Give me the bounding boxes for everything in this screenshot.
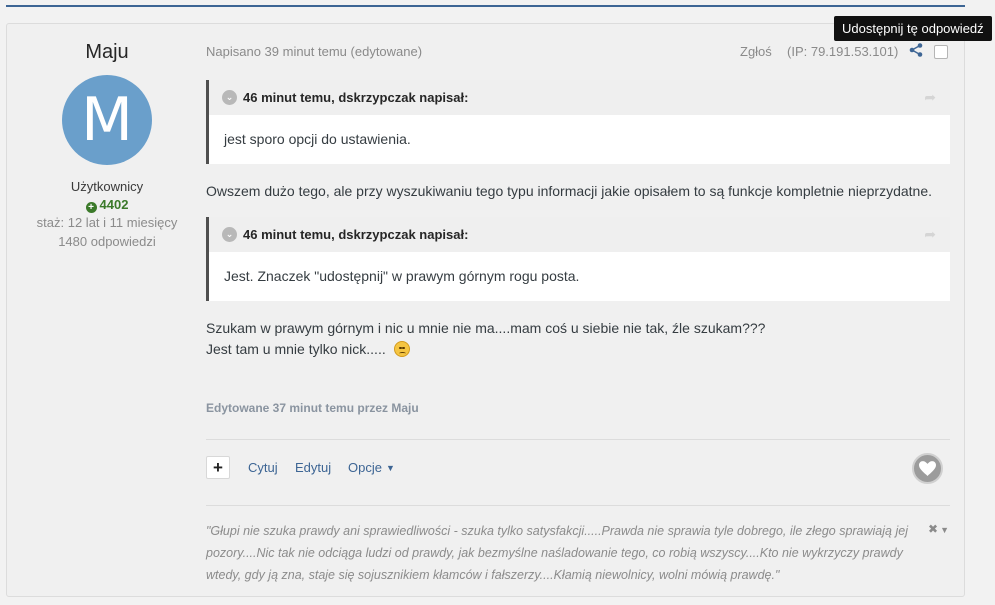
author-group: Użytkownicy: [70, 179, 144, 194]
author-name[interactable]: Maju: [7, 41, 207, 64]
chevron-down-icon[interactable]: ⌄: [222, 90, 237, 105]
post-line: Szukam w prawym górnym i nic u mnie nie …: [206, 320, 766, 336]
quote-header[interactable]: ⌄ 46 minut temu, dskrzypczak napisał: ➦: [209, 217, 950, 252]
options-label: Opcje: [348, 460, 382, 475]
heart-icon: [919, 461, 936, 476]
divider: [206, 439, 950, 440]
plus-circle-icon: +: [85, 202, 97, 213]
quote-header[interactable]: ⌄ 46 minut temu, dskrzypczak napisał: ➦: [209, 80, 950, 115]
options-menu[interactable]: Opcje ▼: [348, 460, 395, 475]
edited-note: Edytowane 37 minut temu przez Maju: [206, 401, 419, 415]
edit-button[interactable]: Edytuj: [295, 460, 331, 475]
caret-down-icon[interactable]: ▼: [940, 525, 949, 535]
share-icon[interactable]: [909, 43, 923, 57]
quote-share-icon[interactable]: ➦: [924, 80, 936, 115]
post-container: Maju M Użytkownicy +4402 staż: 12 lat i …: [6, 23, 965, 597]
like-button[interactable]: [912, 453, 943, 484]
ip-address: (IP: 79.191.53.101): [787, 44, 899, 59]
quote-block: ⌄ 46 minut temu, dskrzypczak napisał: ➦ …: [206, 217, 950, 301]
post-paragraph: Szukam w prawym górnym i nic u mnie nie …: [206, 318, 765, 360]
quote-citation: 46 minut temu, dskrzypczak napisał:: [243, 227, 469, 242]
post-line: Jest tam u mnie tylko nick.....: [206, 341, 386, 357]
quote-body: Jest. Znaczek "udostępnij" w prawym górn…: [224, 268, 580, 284]
report-link[interactable]: Zgłoś: [740, 44, 772, 59]
top-rule: [6, 5, 965, 7]
divider: [206, 505, 950, 506]
caret-down-icon: ▼: [385, 463, 395, 473]
signature: "Głupi nie szuka prawdy ani sprawiedliwo…: [206, 524, 908, 582]
quote-block: ⌄ 46 minut temu, dskrzypczak napisał: ➦ …: [206, 80, 950, 164]
share-tooltip: Udostępnij tę odpowiedź: [834, 16, 992, 41]
post-line-with-emoji: Jest tam u mnie tylko nick.....: [206, 339, 765, 360]
avatar[interactable]: M: [62, 75, 152, 165]
quote-body: jest sporo opcji do ustawienia.: [224, 131, 411, 147]
reputation-value: 4402: [99, 197, 129, 212]
select-post-checkbox[interactable]: [934, 45, 948, 59]
signature-controls[interactable]: ✖ ▼: [928, 522, 949, 536]
disappointed-emoji-icon: [393, 341, 410, 357]
membership-duration: staż: 12 lat i 11 miesięcy: [36, 215, 178, 230]
quote-citation: 46 minut temu, dskrzypczak napisał:: [243, 90, 469, 105]
chevron-down-icon[interactable]: ⌄: [222, 227, 237, 242]
post-count: 1480 odpowiedzi: [58, 234, 156, 249]
reputation-badge: +4402: [7, 197, 207, 213]
post-date: Napisano 39 minut temu (edytowane): [206, 44, 423, 59]
post-paragraph: Owszem dużo tego, ale przy wyszukiwaniu …: [206, 183, 933, 199]
close-icon[interactable]: ✖: [928, 522, 938, 536]
quote-button[interactable]: Cytuj: [248, 460, 278, 475]
quote-share-icon[interactable]: ➦: [924, 217, 936, 252]
multiquote-button[interactable]: +: [206, 456, 230, 479]
